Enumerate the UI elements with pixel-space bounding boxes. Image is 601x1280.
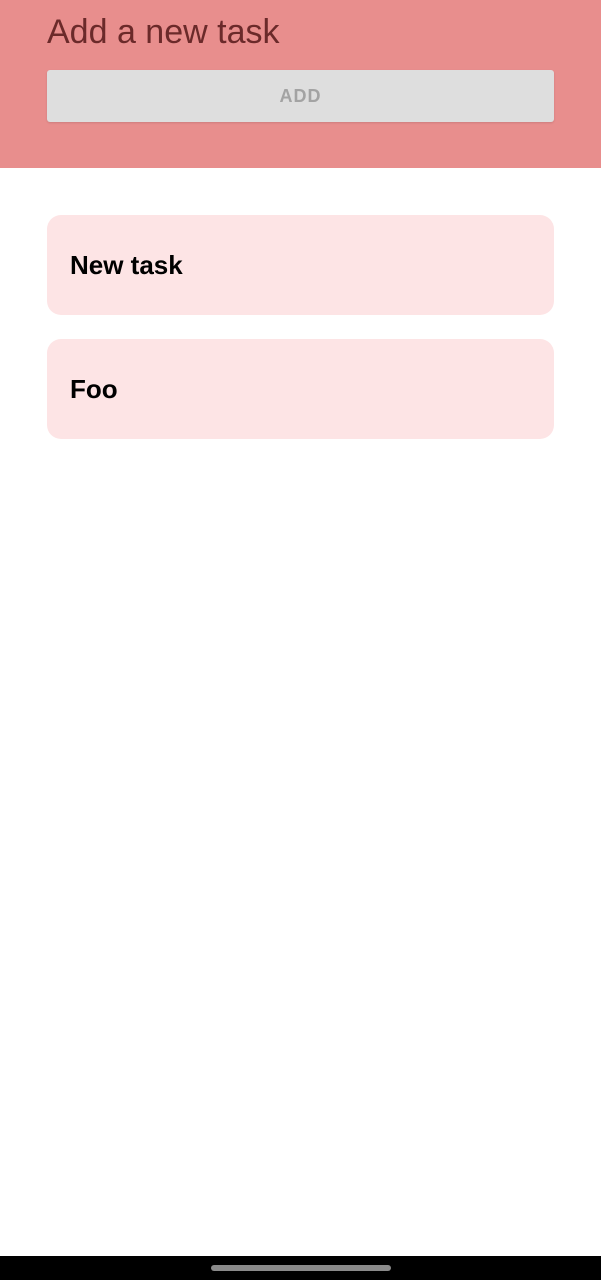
add-button[interactable]: ADD — [47, 70, 554, 122]
task-list: New task Foo — [47, 215, 554, 463]
new-task-input[interactable] — [47, 10, 554, 54]
system-nav-bar — [0, 1256, 601, 1280]
app-screen: ADD New task Foo — [0, 0, 601, 1280]
home-indicator[interactable] — [211, 1265, 391, 1271]
task-title: Foo — [70, 373, 118, 404]
task-card[interactable]: New task — [47, 215, 554, 315]
header-panel: ADD — [0, 0, 601, 168]
task-title: New task — [70, 249, 183, 280]
task-card[interactable]: Foo — [47, 339, 554, 439]
